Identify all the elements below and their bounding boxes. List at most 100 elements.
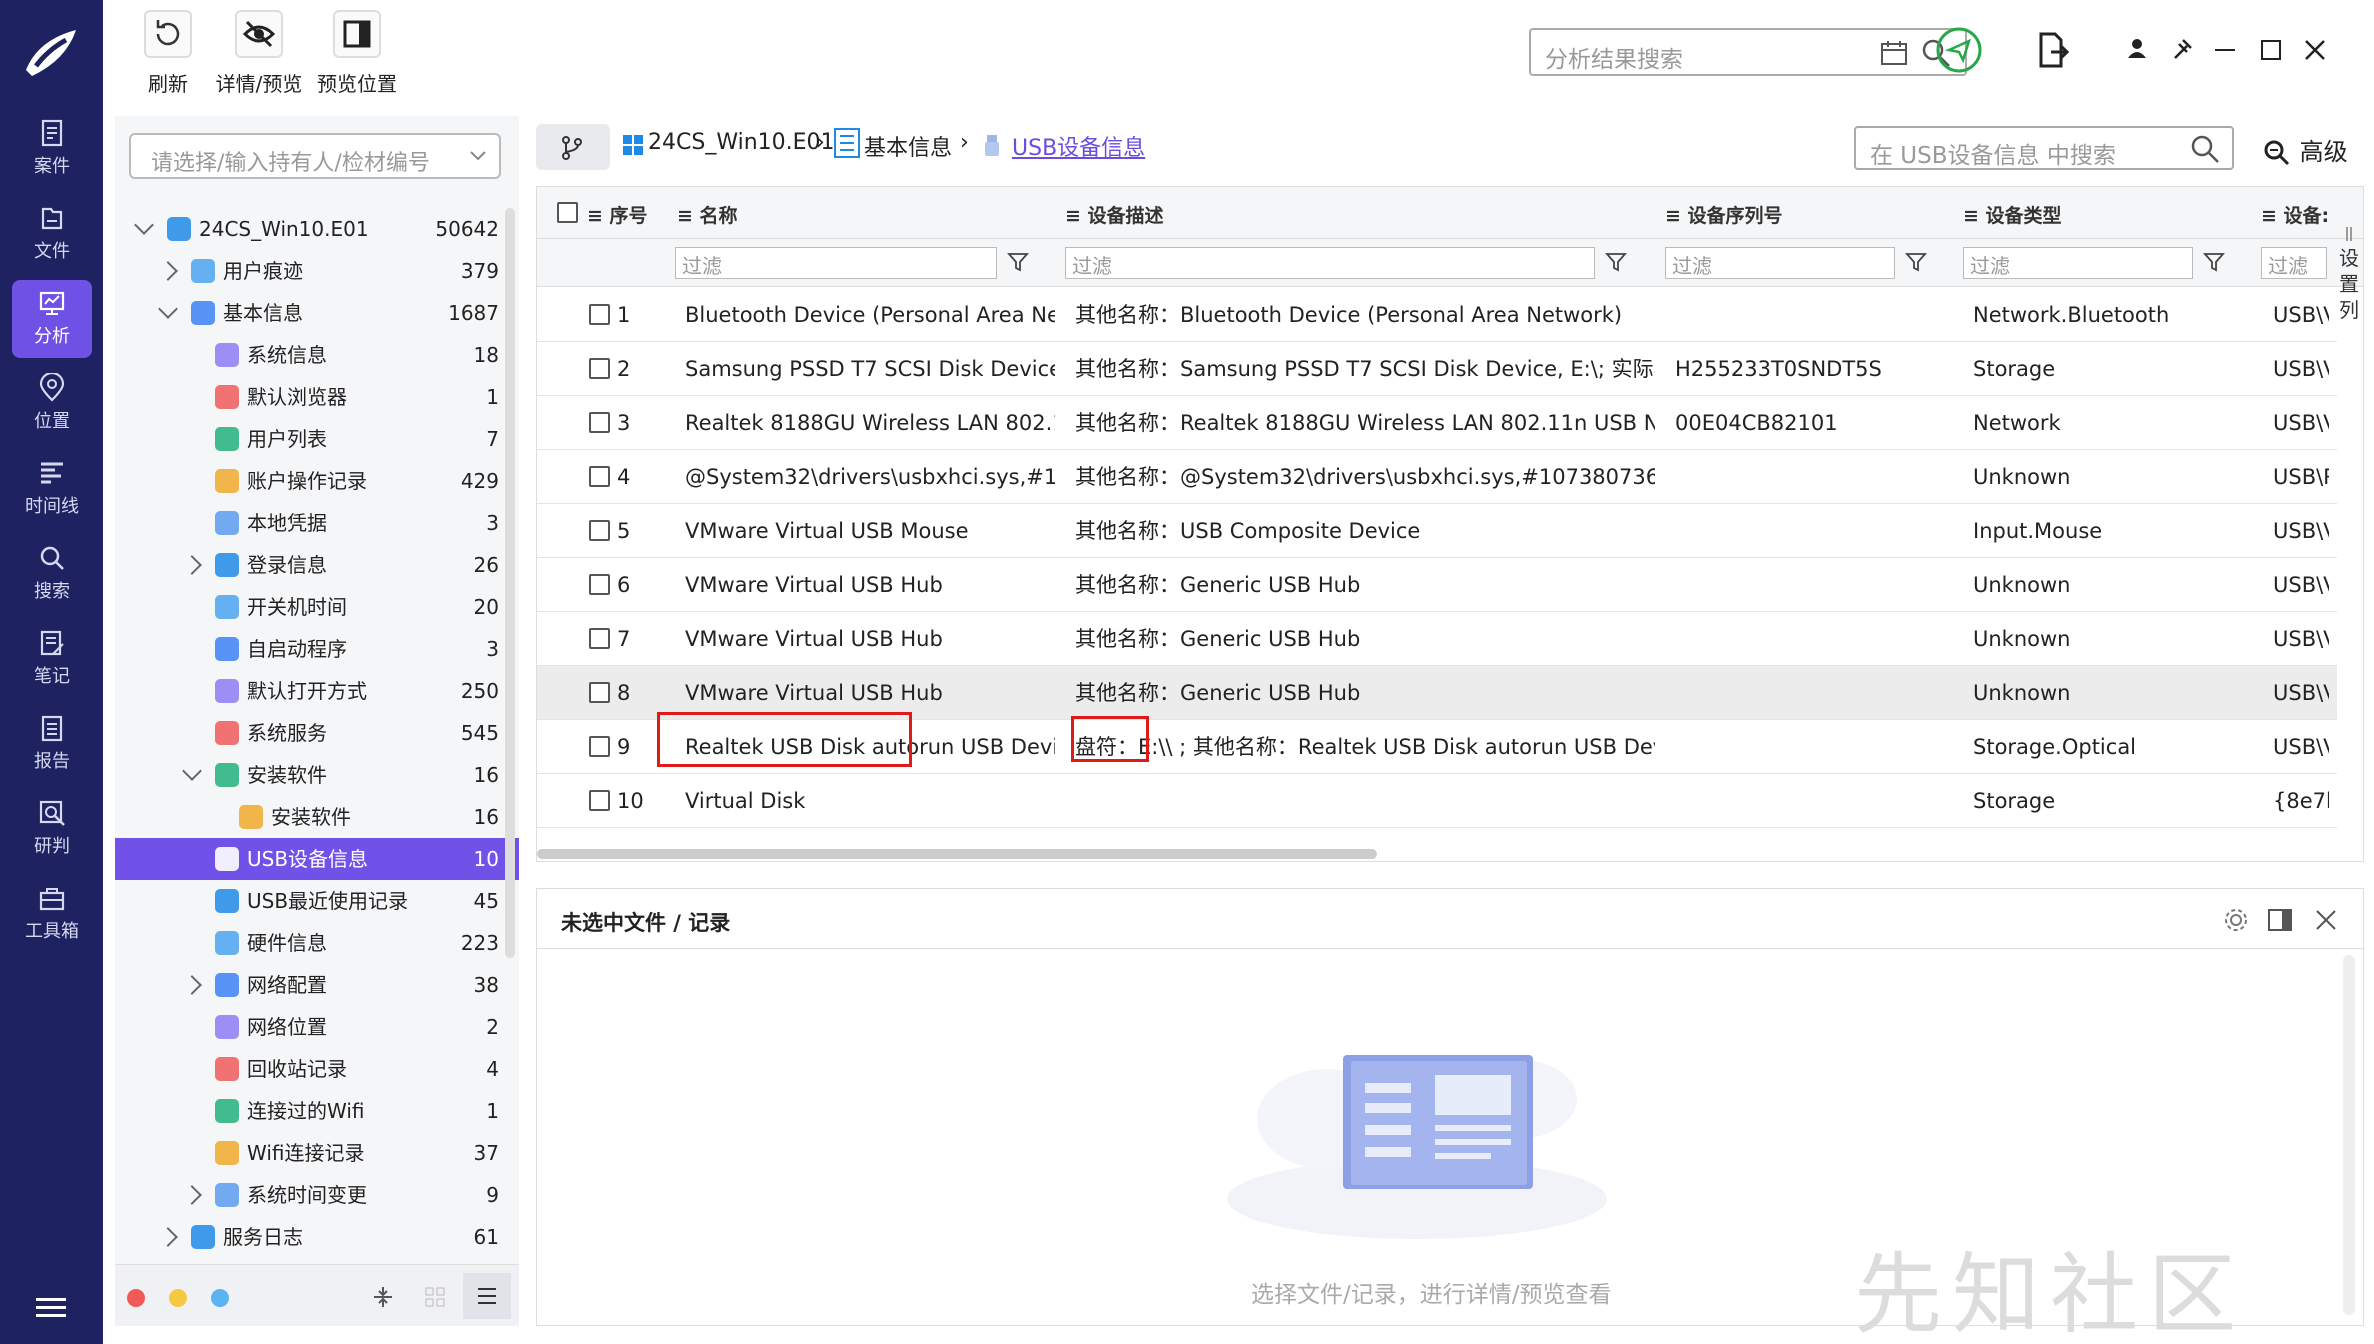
analysis-search-input[interactable]: 分析结果搜索 <box>1529 28 1967 76</box>
tree-item[interactable]: USB最近使用记录 45 <box>115 880 519 922</box>
tree-item[interactable]: 安装软件 16 <box>115 796 519 838</box>
tree-item[interactable]: 用户痕迹 379 <box>115 250 519 292</box>
table-row[interactable]: 4 @System32\drivers\usbxhci.sys,#10... 其他名… <box>537 450 2337 504</box>
tree-item[interactable]: 本地凭据 3 <box>115 502 519 544</box>
column-header-serial[interactable]: ≡ 设备序列号 <box>1665 201 1783 228</box>
menu-icon[interactable] <box>36 1296 66 1320</box>
chevron-right-icon[interactable] <box>182 555 202 575</box>
calendar-icon[interactable] <box>1879 38 1909 68</box>
chevron-right-icon[interactable] <box>158 1227 178 1247</box>
yellow-dot-icon[interactable] <box>169 1289 187 1307</box>
tree-item[interactable]: 网络配置 38 <box>115 964 519 1006</box>
tree-item[interactable]: 用户列表 7 <box>115 418 519 460</box>
row-checkbox[interactable] <box>589 628 610 649</box>
row-checkbox[interactable] <box>589 736 610 757</box>
row-checkbox[interactable] <box>589 412 610 433</box>
blue-dot-icon[interactable] <box>211 1289 229 1307</box>
select-all-checkbox[interactable] <box>557 202 578 223</box>
row-checkbox[interactable] <box>589 790 610 811</box>
detail-preview-button[interactable]: 详情/预览 <box>209 10 309 102</box>
collapse-all-icon[interactable] <box>371 1285 395 1309</box>
table-horizontal-scrollbar[interactable] <box>537 849 1377 859</box>
column-header-extra[interactable]: ≡ 设备: <box>2261 201 2329 228</box>
chevron-down-icon[interactable] <box>158 299 178 319</box>
rail-item[interactable]: 搜索 <box>12 535 92 613</box>
table-row[interactable]: 3 Realtek 8188GU Wireless LAN 802.1... 其他名… <box>537 396 2337 450</box>
tree-item[interactable]: 网络位置 2 <box>115 1006 519 1048</box>
breadcrumb-level1[interactable]: 基本信息 <box>864 130 952 162</box>
table-row[interactable]: 5 VMware Virtual USB Mouse 其他名称：USB Compos… <box>537 504 2337 558</box>
refresh-button[interactable]: 刷新 <box>133 10 203 102</box>
column-header-type[interactable]: ≡ 设备类型 <box>1963 201 2062 228</box>
user-icon[interactable] <box>2121 26 2153 74</box>
tree-item[interactable]: 服务日志 61 <box>115 1216 519 1258</box>
holder-select[interactable]: 请选择/输入持有人/检材编号 <box>129 133 501 179</box>
rail-item[interactable]: 报告 <box>12 705 92 783</box>
tree-scrollbar[interactable] <box>505 208 515 958</box>
rail-item[interactable]: 研判 <box>12 790 92 868</box>
filter-icon[interactable] <box>2203 251 2225 273</box>
tree-item[interactable]: 系统时间变更 9 <box>115 1174 519 1216</box>
tree-item[interactable]: USB设备信息 10 <box>115 838 519 880</box>
column-header-name[interactable]: ≡ 名称 <box>677 201 738 228</box>
table-row[interactable]: 1 Bluetooth Device (Personal Area Net... 其… <box>537 288 2337 342</box>
tree-item[interactable]: Wifi连接记录 37 <box>115 1132 519 1174</box>
filter-icon[interactable] <box>1605 251 1627 273</box>
rail-item[interactable]: 文件 <box>12 195 92 273</box>
table-row[interactable]: 10 Virtual Disk Storage {8e7b <box>537 774 2337 828</box>
filter-icon[interactable] <box>1905 251 1927 273</box>
maximize-icon[interactable] <box>2255 26 2287 74</box>
red-dot-icon[interactable] <box>127 1289 145 1307</box>
filter-icon[interactable] <box>1007 251 1029 273</box>
tree-item[interactable]: 开关机时间 20 <box>115 586 519 628</box>
rail-item[interactable]: 位置 <box>12 365 92 443</box>
chevron-right-icon[interactable] <box>158 261 178 281</box>
chevron-right-icon[interactable] <box>182 1185 202 1205</box>
row-checkbox[interactable] <box>589 466 610 487</box>
close-icon[interactable] <box>2299 26 2331 74</box>
tree-item[interactable]: 24CS_Win10.E01 50642 <box>115 208 519 250</box>
row-checkbox[interactable] <box>589 520 610 541</box>
filter-name-input[interactable]: 过滤 <box>675 247 997 279</box>
panel-right-icon[interactable] <box>2267 907 2293 933</box>
row-checkbox[interactable] <box>589 682 610 703</box>
breadcrumb-root[interactable]: 24CS_Win10.E01 <box>648 130 835 155</box>
row-checkbox[interactable] <box>589 358 610 379</box>
filter-serial-input[interactable]: 过滤 <box>1665 247 1895 279</box>
rail-item[interactable]: 案件 <box>12 110 92 188</box>
tree-item[interactable]: 回收站记录 4 <box>115 1048 519 1090</box>
search-icon[interactable] <box>2190 134 2220 164</box>
rail-item[interactable]: 工具箱 <box>12 875 92 953</box>
list-view-button[interactable] <box>463 1273 511 1319</box>
rail-item[interactable]: 分析 <box>12 280 92 358</box>
tree-item[interactable]: 自启动程序 3 <box>115 628 519 670</box>
tree-item[interactable]: 连接过的Wifi 1 <box>115 1090 519 1132</box>
table-row[interactable]: 2 Samsung PSSD T7 SCSI Disk Device 其他名称：Sa… <box>537 342 2337 396</box>
filter-extra-input[interactable]: 过滤 <box>2261 247 2327 279</box>
chevron-down-icon[interactable] <box>182 761 202 781</box>
tree-item[interactable]: 默认打开方式 250 <box>115 670 519 712</box>
tree-item[interactable]: 系统服务 545 <box>115 712 519 754</box>
rail-item[interactable]: 时间线 <box>12 450 92 528</box>
chevron-down-icon[interactable] <box>134 215 154 235</box>
minimize-icon[interactable] <box>2209 26 2241 74</box>
filter-type-input[interactable]: 过滤 <box>1963 247 2193 279</box>
table-row[interactable]: 7 VMware Virtual USB Hub 其他名称：Generic USB … <box>537 612 2337 666</box>
rail-item[interactable]: 笔记 <box>12 620 92 698</box>
table-row[interactable]: 6 VMware Virtual USB Hub 其他名称：Generic USB … <box>537 558 2337 612</box>
breadcrumb-current[interactable]: USB设备信息 <box>1012 130 1145 162</box>
preview-position-button[interactable]: 预览位置 <box>307 10 407 102</box>
pin-icon[interactable] <box>2165 26 2197 74</box>
row-checkbox[interactable] <box>589 304 610 325</box>
gear-icon[interactable] <box>2223 907 2249 933</box>
grid-view-icon[interactable] <box>423 1285 447 1309</box>
tree-item[interactable]: 登录信息 26 <box>115 544 519 586</box>
advanced-search-button[interactable]: 高级 <box>2262 132 2348 168</box>
tree-item[interactable]: 账户操作记录 429 <box>115 460 519 502</box>
branch-button[interactable] <box>536 124 610 170</box>
row-checkbox[interactable] <box>589 574 610 595</box>
detail-scrollbar[interactable] <box>2343 955 2355 1315</box>
column-header-description[interactable]: ≡ 设备描述 <box>1065 201 1164 228</box>
export-file-icon[interactable] <box>2027 26 2075 74</box>
chevron-right-icon[interactable] <box>182 975 202 995</box>
